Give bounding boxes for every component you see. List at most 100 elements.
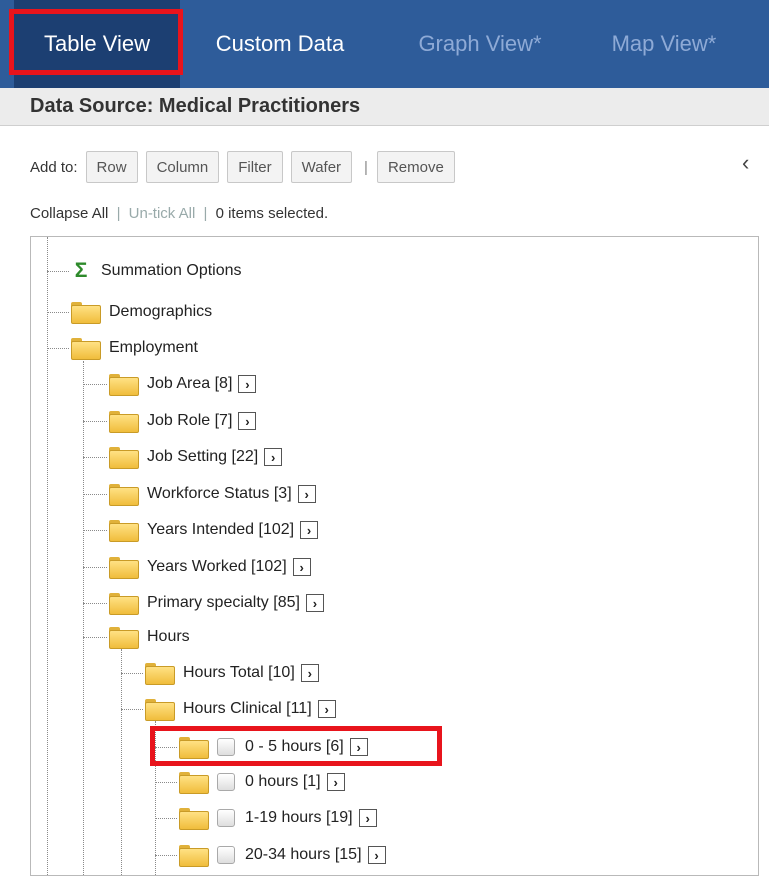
add-to-label: Add to: bbox=[30, 158, 78, 176]
tree-item-workforce-status[interactable]: Workforce Status [3] › bbox=[109, 481, 316, 507]
tree-status-line: Collapse All | Un-tick All | 0 items sel… bbox=[30, 205, 328, 222]
collapse-all-link[interactable]: Collapse All bbox=[30, 205, 108, 222]
tree-item-label: Job Area [8] bbox=[147, 375, 233, 392]
expand-icon[interactable]: › bbox=[349, 738, 368, 756]
tree-guide-line bbox=[47, 237, 48, 875]
tree-item-hours-20-34[interactable]: 20-34 hours [15] › bbox=[179, 842, 386, 868]
add-to-toolbar: Add to: Row Column Filter Wafer | Remove bbox=[30, 150, 455, 184]
expand-icon[interactable]: › bbox=[238, 412, 257, 430]
tree-item-label: Hours Total [10] bbox=[183, 664, 295, 681]
folder-icon bbox=[109, 520, 139, 542]
tab-custom-data[interactable]: Custom Data bbox=[186, 0, 374, 88]
status-separator: | bbox=[203, 205, 208, 222]
tree-item-hours-clinical[interactable]: Hours Clinical [11] › bbox=[145, 696, 336, 722]
tree-item-hours-0[interactable]: 0 hours [1] › bbox=[179, 769, 345, 795]
folder-open-icon bbox=[109, 627, 139, 649]
add-wafer-button[interactable]: Wafer bbox=[290, 151, 353, 183]
expand-icon[interactable]: › bbox=[264, 448, 283, 466]
tree-guide-line bbox=[83, 603, 107, 604]
tree-item-summation-options[interactable]: Σ Summation Options bbox=[71, 258, 242, 284]
expand-icon[interactable]: › bbox=[317, 700, 336, 718]
tab-label: Custom Data bbox=[215, 31, 345, 56]
expand-icon[interactable]: › bbox=[326, 773, 345, 791]
tree-item-employment[interactable]: Employment bbox=[71, 335, 198, 361]
tree-guide-line bbox=[83, 637, 107, 638]
expand-icon[interactable]: › bbox=[367, 846, 386, 864]
item-checkbox[interactable] bbox=[217, 809, 235, 827]
data-source-label: Data Source: Medical Practitioners bbox=[30, 95, 361, 117]
expand-icon[interactable]: › bbox=[238, 375, 257, 393]
tree-item-label: Job Setting [22] bbox=[147, 448, 259, 465]
tree-item-label: 1-19 hours [19] bbox=[245, 809, 353, 826]
tree-guide-line bbox=[155, 721, 156, 875]
folder-icon bbox=[109, 374, 139, 396]
folder-icon bbox=[145, 663, 175, 685]
item-checkbox[interactable] bbox=[217, 846, 235, 864]
sigma-icon: Σ bbox=[74, 259, 88, 282]
tab-label: Graph View* bbox=[418, 31, 542, 56]
expand-icon[interactable]: › bbox=[358, 809, 377, 827]
folder-icon bbox=[109, 447, 139, 469]
tree-guide-line bbox=[47, 348, 69, 349]
add-row-button[interactable]: Row bbox=[85, 151, 138, 183]
tree-item-label: Summation Options bbox=[101, 262, 242, 279]
tree-item-primary-specialty[interactable]: Primary specialty [85] › bbox=[109, 590, 324, 616]
folder-icon bbox=[179, 845, 209, 867]
tree-item-hours[interactable]: Hours bbox=[109, 624, 190, 650]
tree-guide-line bbox=[83, 421, 107, 422]
tree-item-job-setting[interactable]: Job Setting [22] › bbox=[109, 444, 283, 470]
tree-item-hours-1-19[interactable]: 1-19 hours [19] › bbox=[179, 805, 377, 831]
folder-open-icon bbox=[71, 338, 101, 360]
untick-all-link[interactable]: Un-tick All bbox=[129, 205, 196, 222]
folder-icon bbox=[109, 557, 139, 579]
folder-icon bbox=[179, 737, 209, 759]
tree-guide-line bbox=[83, 494, 107, 495]
expand-icon[interactable]: › bbox=[297, 485, 316, 503]
tree-item-job-area[interactable]: Job Area [8] › bbox=[109, 371, 257, 397]
tab-table-view[interactable]: Table View bbox=[14, 0, 180, 88]
folder-icon bbox=[179, 808, 209, 830]
tree-guide-line bbox=[83, 361, 84, 875]
expand-icon[interactable]: › bbox=[305, 594, 324, 612]
tree-item-label: Workforce Status [3] bbox=[147, 485, 292, 502]
tree-guide-line bbox=[121, 649, 122, 875]
tree-guide-line bbox=[121, 673, 143, 674]
toolbar-separator: | bbox=[364, 158, 368, 176]
tree-item-label: Demographics bbox=[109, 303, 213, 320]
folder-icon bbox=[109, 593, 139, 615]
tree-item-label: Years Intended [102] bbox=[147, 521, 295, 538]
tree-item-label: Hours bbox=[147, 628, 190, 645]
tree-guide-line bbox=[83, 567, 107, 568]
tree-item-hours-total[interactable]: Hours Total [10] › bbox=[145, 660, 319, 686]
remove-button[interactable]: Remove bbox=[376, 151, 455, 183]
status-separator: | bbox=[116, 205, 121, 222]
selected-count: 0 items selected. bbox=[215, 205, 329, 222]
tree-guide-line bbox=[83, 457, 107, 458]
tree-guide-line bbox=[155, 782, 177, 783]
tree-item-job-role[interactable]: Job Role [7] › bbox=[109, 408, 257, 434]
data-source-title: Data Source: Medical Practitioners bbox=[0, 88, 769, 126]
tree-item-label: Job Role [7] bbox=[147, 412, 233, 429]
tree-guide-line bbox=[155, 747, 177, 748]
expand-icon[interactable]: › bbox=[292, 558, 311, 576]
add-filter-button[interactable]: Filter bbox=[227, 151, 283, 183]
expand-icon[interactable]: › bbox=[300, 521, 319, 539]
tree-item-years-worked[interactable]: Years Worked [102] › bbox=[109, 554, 311, 580]
tree-item-years-intended[interactable]: Years Intended [102] › bbox=[109, 517, 319, 543]
item-checkbox[interactable] bbox=[217, 738, 235, 756]
expand-icon[interactable]: › bbox=[300, 664, 319, 682]
tab-map-view[interactable]: Map View* bbox=[578, 0, 750, 88]
tab-graph-view[interactable]: Graph View* bbox=[390, 0, 570, 88]
tree-item-demographics[interactable]: Demographics bbox=[71, 299, 212, 325]
tree-guide-line bbox=[121, 709, 143, 710]
item-checkbox[interactable] bbox=[217, 773, 235, 791]
folder-icon bbox=[109, 411, 139, 433]
add-column-button[interactable]: Column bbox=[145, 151, 220, 183]
folder-icon bbox=[71, 302, 101, 324]
tree-guide-line bbox=[47, 312, 69, 313]
tab-label: Table View bbox=[44, 31, 150, 56]
tree-item-hours-0-5[interactable]: 0 - 5 hours [6] › bbox=[179, 734, 368, 760]
folder-icon bbox=[179, 772, 209, 794]
collapse-panel-icon[interactable]: ‹ bbox=[742, 150, 749, 176]
folder-icon bbox=[109, 484, 139, 506]
